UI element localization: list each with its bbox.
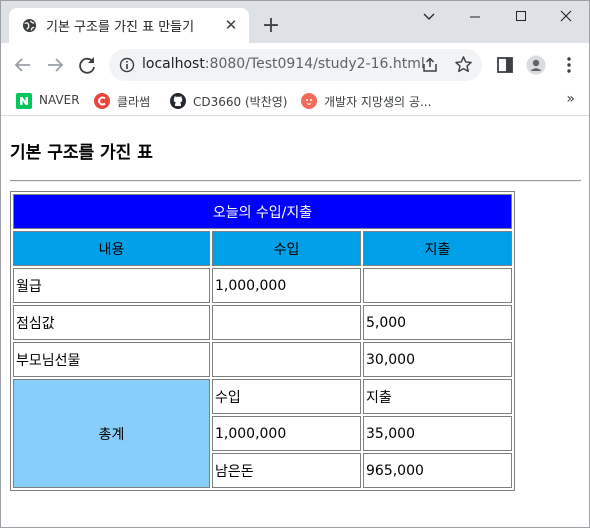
header-cell-expense: 지출: [363, 231, 512, 266]
browser-tab[interactable]: 기본 구조를 가진 표 만들기 ✕: [9, 8, 249, 43]
url-text[interactable]: localhost:8080/Test0914/study2-16.html: [142, 56, 425, 72]
back-arrow-icon[interactable]: [9, 51, 37, 79]
table-cell: 수입: [212, 379, 361, 414]
page-content: 기본 구조를 가진 표 오늘의 수입/지출 내용 수입 지출 월급 1,000,…: [1, 116, 589, 527]
globe-icon: [22, 18, 37, 33]
table-cell: 1,000,000: [212, 416, 361, 451]
table-row: 월급 1,000,000: [13, 268, 512, 303]
table-cell: 남은돈: [212, 453, 361, 488]
classum-icon: [94, 93, 110, 109]
total-label-cell: 총계: [13, 379, 210, 488]
tab-search-button[interactable]: [406, 1, 452, 33]
blog-icon: [301, 93, 317, 109]
header-row: 내용 수입 지출: [13, 231, 512, 266]
bookmark-label: NAVER: [39, 93, 80, 107]
maximize-button[interactable]: [498, 1, 544, 33]
table-cell: 30,000: [363, 342, 512, 377]
tab-close-icon[interactable]: ✕: [221, 15, 241, 35]
share-icon[interactable]: [421, 56, 439, 74]
github-icon: [170, 93, 186, 109]
table-cell: 965,000: [363, 453, 512, 488]
title-bar: 기본 구조를 가진 표 만들기 ✕ +: [1, 1, 589, 43]
side-panel-icon[interactable]: [495, 55, 515, 75]
chevron-down-icon: [423, 13, 435, 20]
horizontal-rule: [10, 180, 581, 182]
minimize-icon: [470, 16, 480, 18]
minimize-button[interactable]: [452, 1, 498, 33]
bookmark-label: 개발자 지망생의 공...: [324, 95, 432, 109]
table-caption: 오늘의 수입/지출: [13, 194, 512, 229]
table-cell: 5,000: [363, 305, 512, 340]
bookmark-label: 클라썸: [117, 95, 151, 109]
total-row: 총계 수입 지출: [13, 379, 512, 488]
bookmark-star-icon[interactable]: [454, 55, 473, 74]
caption-row: 오늘의 수입/지출: [13, 194, 512, 229]
new-tab-button[interactable]: +: [257, 13, 285, 41]
more-bookmarks-button[interactable]: »: [566, 91, 575, 107]
header-cell-content: 내용: [13, 231, 210, 266]
reload-icon[interactable]: [73, 51, 101, 79]
bookmarks-bar: NAVER 클라썸 CD3660 (박찬영) 개발자 지망생의 공... »: [1, 87, 589, 116]
url-host: localhost: [142, 56, 205, 72]
profile-avatar-icon[interactable]: [526, 55, 546, 75]
table-row: 부모님선물 30,000: [13, 342, 512, 377]
url-path: :8080/Test0914/study2-16.html: [204, 56, 425, 72]
browser-toolbar: localhost:8080/Test0914/study2-16.html: [1, 43, 589, 87]
tab-title: 기본 구조를 가진 표 만들기: [46, 20, 195, 35]
table-cell: 35,000: [363, 416, 512, 451]
table-cell: 1,000,000: [212, 268, 361, 303]
table-cell: 부모님선물: [13, 342, 210, 377]
browser-window: 기본 구조를 가진 표 만들기 ✕ + localhost:8080/Test0…: [0, 0, 590, 528]
table-cell: [363, 268, 512, 303]
table-row: 점심값 5,000: [13, 305, 512, 340]
table-cell: [212, 305, 361, 340]
menu-kebab-icon[interactable]: [559, 55, 579, 75]
page-title: 기본 구조를 가진 표: [10, 143, 153, 163]
bookmark-label: CD3660 (박찬영): [193, 95, 288, 109]
info-icon[interactable]: [119, 57, 135, 73]
table-cell: [212, 342, 361, 377]
close-icon: [560, 10, 572, 22]
header-cell-income: 수입: [212, 231, 361, 266]
table-cell: 지출: [363, 379, 512, 414]
table-cell: 월급: [13, 268, 210, 303]
income-expense-table: 오늘의 수입/지출 내용 수입 지출 월급 1,000,000 점심값 5,00…: [10, 191, 515, 491]
table-cell: 점심값: [13, 305, 210, 340]
forward-arrow-icon[interactable]: [41, 51, 69, 79]
naver-icon: [16, 93, 32, 109]
address-bar[interactable]: localhost:8080/Test0914/study2-16.html: [109, 49, 482, 81]
close-window-button[interactable]: [543, 1, 589, 33]
maximize-icon: [516, 11, 526, 21]
